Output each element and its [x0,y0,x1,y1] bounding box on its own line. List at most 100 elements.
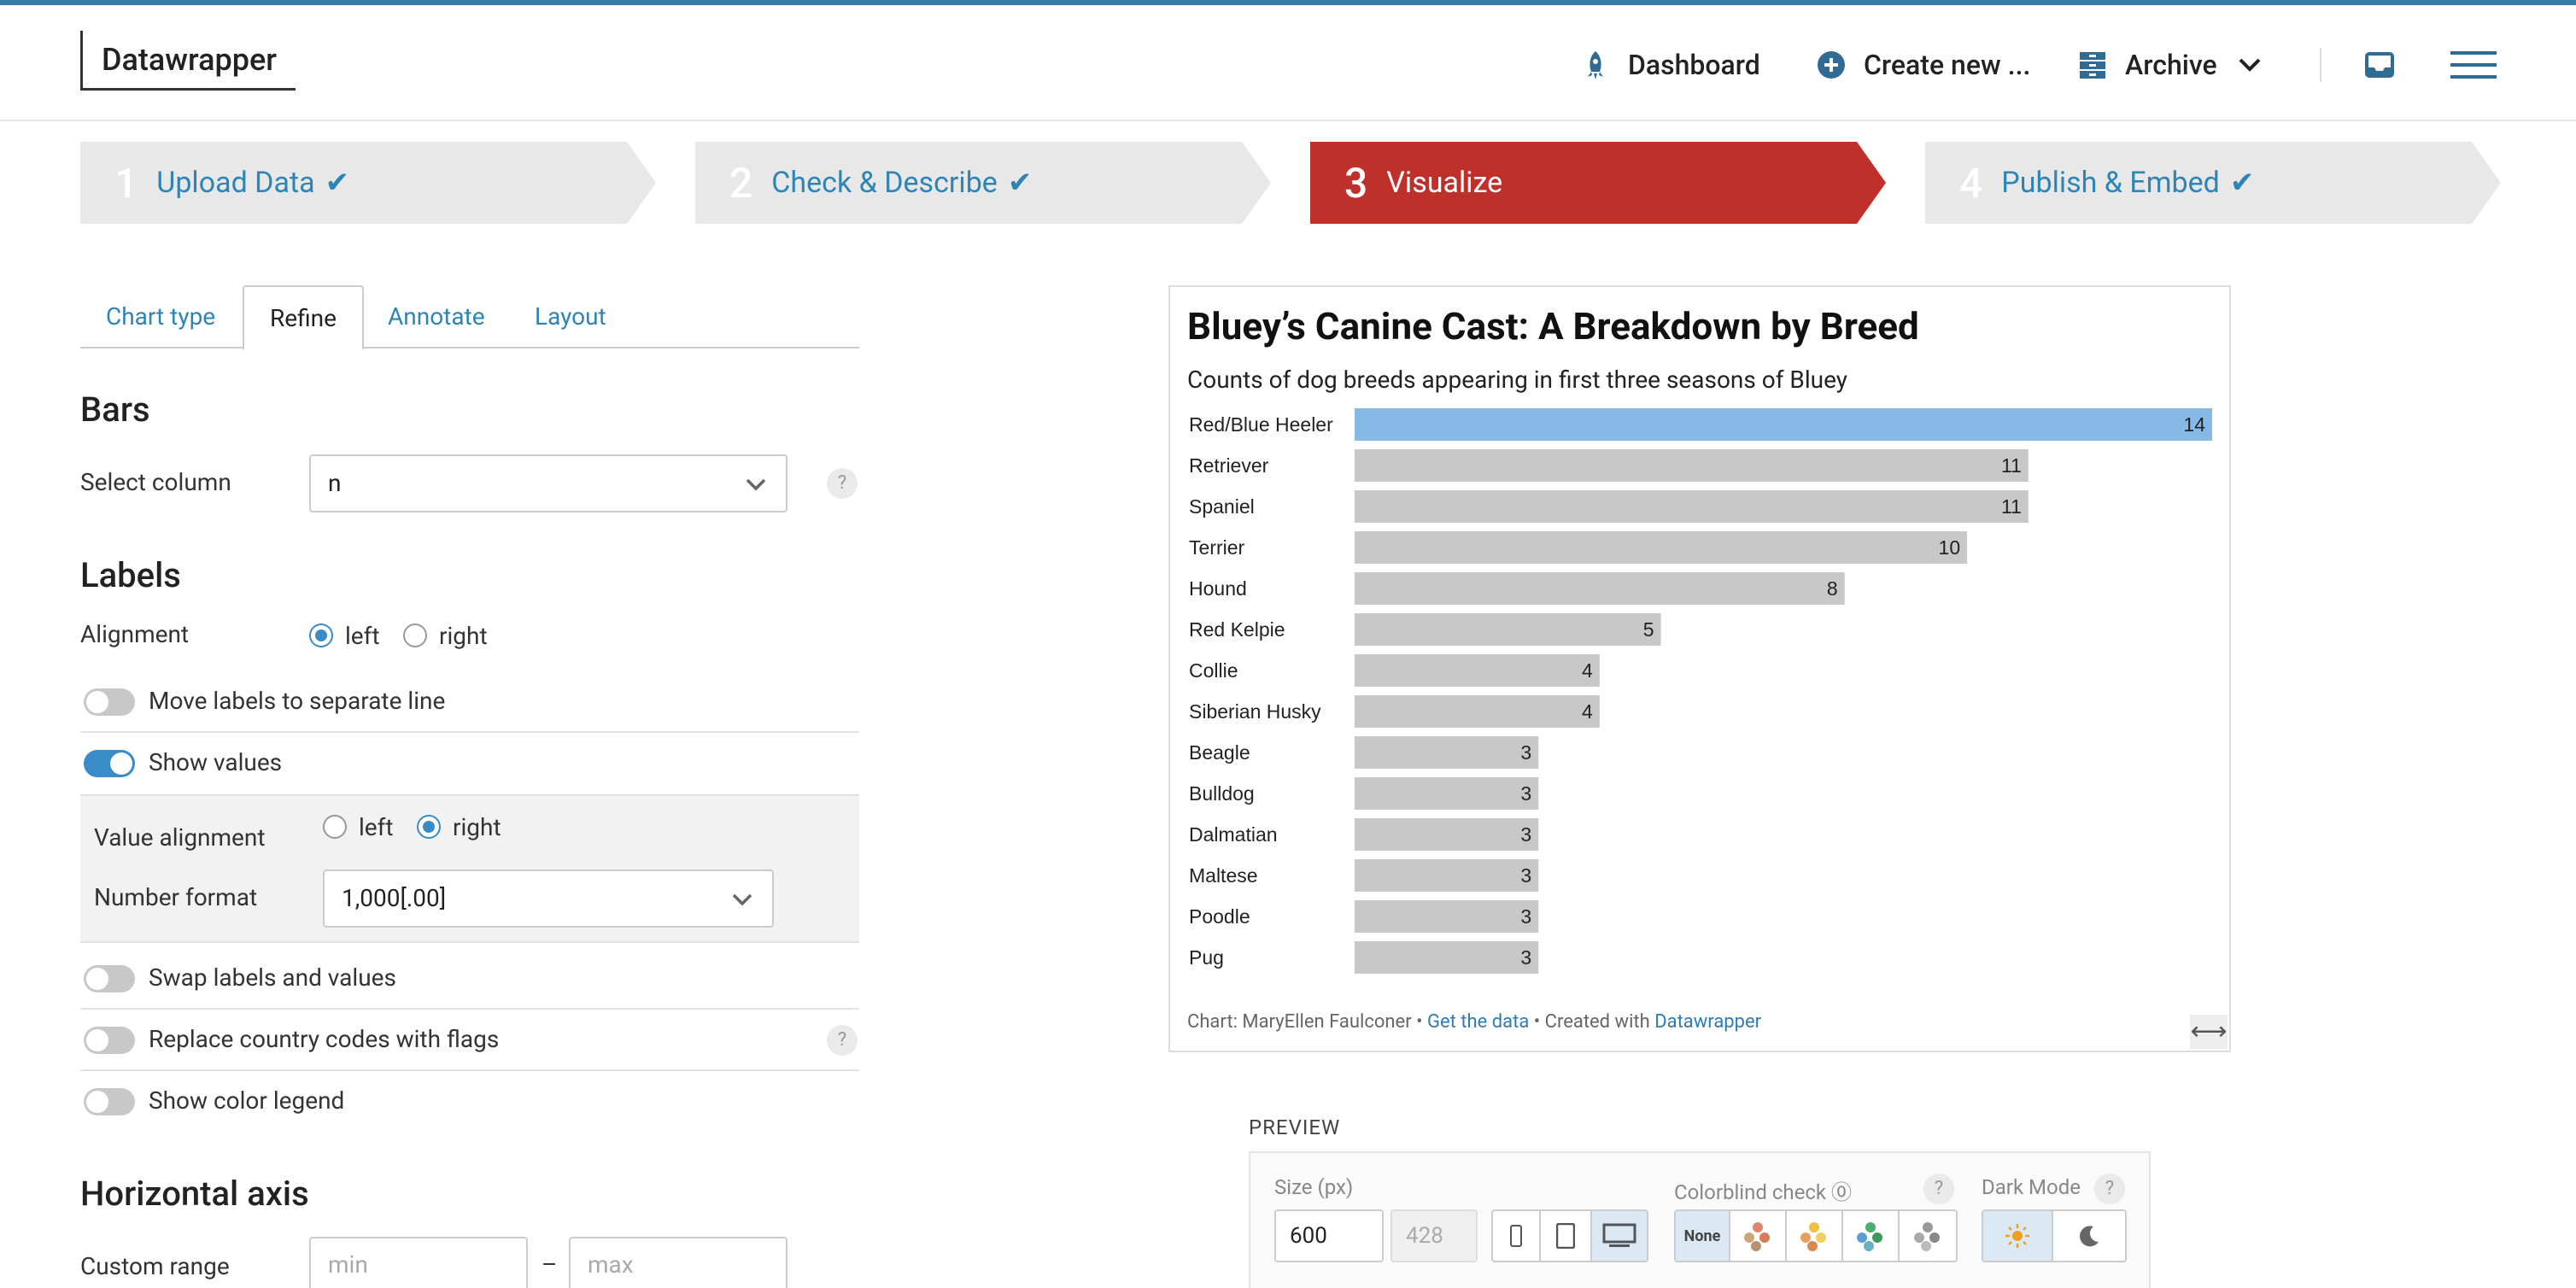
bar-value: 11 [2001,495,2022,518]
rocket-icon [1578,48,1613,82]
resize-icon[interactable]: ⟷ [2190,1015,2228,1049]
sun-icon[interactable] [1983,1211,2053,1261]
bar-label: Bulldog [1189,782,1255,805]
step-number: 3 [1344,158,1368,208]
bar [1355,531,1968,564]
width-input[interactable]: 600 [1274,1209,1384,1262]
nav-dashboard[interactable]: Dashboard [1578,39,1760,91]
alignment-right-label: right [439,622,488,650]
top-navbar: Datawrapper Dashboard Create new ... Arc… [0,5,2576,121]
check-icon: ✔ [2229,166,2255,200]
bar-chart: Red/Blue Heeler 14 Retriever 11 Spaniel 11 Ter… [1189,408,2212,974]
chevron-down-icon[interactable] [2233,48,2267,82]
value-alignment-left-label: left [359,813,394,841]
step-check-describe[interactable]: 2 Check & Describe ✔ [695,142,1271,224]
horizontal-axis-heading: Horizontal axis [80,1174,309,1214]
plus-circle-icon [1814,48,1848,82]
replace-country-codes-label: Replace country codes with flags [149,1025,500,1053]
nav-dashboard-label: Dashboard [1628,49,1760,81]
bar-label: Maltese [1189,864,1258,887]
help-icon[interactable]: ? [1923,1174,1954,1204]
desktop-icon[interactable] [1592,1211,1647,1261]
help-icon[interactable]: ? [2094,1174,2125,1204]
bar [1355,695,1600,728]
nav-archive-label: Archive [2125,49,2217,81]
bar [1355,449,2029,482]
range-separator: – [542,1250,558,1279]
tab-chart-type[interactable]: Chart type [80,285,241,348]
bar-value: 11 [2001,454,2022,477]
check-icon: ✔ [1007,166,1033,200]
bar-value: 10 [1939,536,1961,559]
datawrapper-link[interactable]: Datawrapper [1654,1011,1761,1033]
step-number: 1 [114,158,138,208]
select-column-label: Select column [80,468,231,496]
height-input: 428 [1390,1209,1478,1262]
get-the-data-link[interactable]: Get the data [1427,1011,1529,1033]
bars-heading: Bars [80,389,150,430]
number-format-label: Number format [94,883,258,911]
value-alignment-right-radio[interactable] [417,815,441,839]
help-icon[interactable]: ? [827,468,858,499]
preview-heading: PREVIEW [1249,1115,1341,1139]
bar [1355,736,1539,769]
range-min-input[interactable]: min [309,1237,528,1288]
bar-label: Hound [1189,577,1247,600]
hamburger-menu-button[interactable] [2450,39,2497,91]
alignment-left-radio[interactable] [309,624,333,647]
step-label: Upload Data [156,166,315,200]
bar [1355,654,1600,687]
number-format-value: 1,000[.00] [342,884,447,912]
colorblind-grayscale-icon[interactable] [1900,1211,1956,1261]
inbox-button[interactable] [2362,39,2397,91]
move-labels-label: Move labels to separate line [149,687,446,715]
chart-footer: Chart: MaryEllen Faulconer • Get the dat… [1187,1011,1761,1033]
datawrapper-logo[interactable]: Datawrapper [80,31,296,91]
nav-create-new[interactable]: Create new ... [1814,39,2030,91]
created-with-text: • Created with [1529,1011,1655,1033]
step-visualize[interactable]: 3 Visualize [1310,142,1886,224]
mobile-icon[interactable] [1493,1211,1541,1261]
custom-range-label: Custom range [80,1252,230,1280]
nav-create-new-label: Create new ... [1864,49,2031,81]
bar-label: Collie [1189,659,1238,682]
bar [1355,408,2212,441]
bar [1355,900,1539,933]
bar-value: 14 [2183,413,2205,436]
show-color-legend-toggle[interactable] [84,1088,135,1115]
select-column-dropdown[interactable]: n [309,454,787,512]
swap-labels-toggle[interactable] [84,965,135,992]
alignment-right-radio[interactable] [403,624,427,647]
replace-country-codes-toggle[interactable] [84,1027,135,1054]
dark-mode-label: Dark Mode [1982,1175,2081,1199]
step-publish-embed[interactable]: 4 Publish & Embed ✔ [1925,142,2501,224]
tab-refine[interactable]: Refine [243,285,364,350]
help-icon[interactable]: ? [827,1025,858,1056]
bar-value: 4 [1582,700,1593,723]
bar-value: 4 [1582,659,1593,682]
value-alignment-left-radio[interactable] [323,815,347,839]
bar-value: 3 [1520,823,1531,846]
bar [1355,777,1539,810]
nav-archive[interactable]: Archive [2075,39,2267,91]
step-upload-data[interactable]: 1 Upload Data ✔ [80,142,656,224]
move-labels-toggle[interactable] [84,688,135,716]
moon-icon[interactable] [2053,1211,2125,1261]
colorblind-none-button[interactable]: None [1676,1211,1730,1261]
tab-annotate[interactable]: Annotate [362,285,511,348]
colorblind-tritanopia-icon[interactable] [1843,1211,1900,1261]
chart-preview: Bluey’s Canine Cast: A Breakdown by Bree… [1168,285,2231,1052]
tab-layout[interactable]: Layout [509,285,632,348]
show-values-toggle[interactable] [84,750,135,777]
bar [1355,941,1539,974]
colorblind-protanopia-icon[interactable] [1730,1211,1787,1261]
chart-byline: Chart: MaryEllen Faulconer • [1187,1011,1427,1033]
bar [1355,613,1661,646]
bar-label: Red/Blue Heeler [1189,413,1333,436]
range-max-input[interactable]: max [569,1237,787,1288]
colorblind-buttons: None [1674,1209,1958,1262]
chart-subtitle: Counts of dog breeds appearing in first … [1187,366,1848,394]
number-format-dropdown[interactable]: 1,000[.00] [323,869,774,928]
tablet-icon[interactable] [1541,1211,1592,1261]
colorblind-deuteranopia-icon[interactable] [1787,1211,1843,1261]
